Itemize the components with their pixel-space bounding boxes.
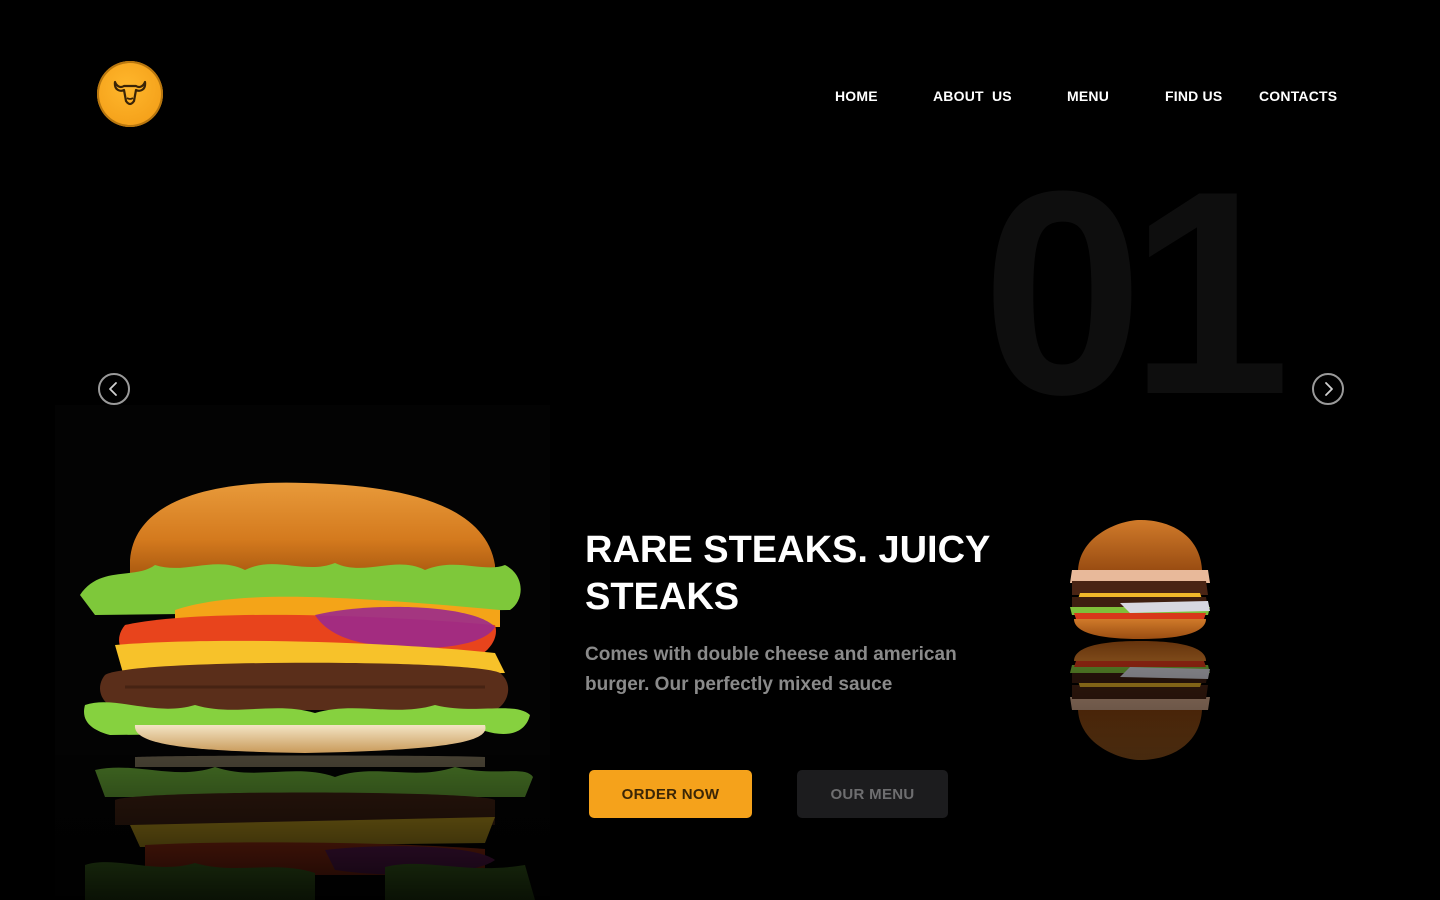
our-menu-button[interactable]: OUR MENU: [797, 770, 948, 818]
nav-about-us[interactable]: ABOUT US: [933, 86, 1012, 106]
hero-headline: RARE STEAKS. JUICY STEAKS: [585, 529, 990, 618]
nav-find-us[interactable]: FIND US: [1165, 86, 1222, 106]
bull-head-icon: [113, 80, 147, 106]
nav-contacts[interactable]: CONTACTS: [1259, 86, 1337, 106]
slide-index-number: 01: [982, 131, 1291, 455]
order-now-button[interactable]: ORDER NOW: [589, 770, 752, 818]
hero-page: HOME ABOUT US MENU FIND US CONTACTS 01 R…: [0, 0, 1440, 900]
next-burger-thumbnail[interactable]: [1060, 515, 1220, 775]
logo[interactable]: [97, 61, 163, 127]
hero-burger-image: [55, 405, 550, 900]
hero-description: Comes with double cheese and american bu…: [585, 644, 957, 695]
nav-home[interactable]: HOME: [835, 86, 878, 106]
chevron-right-icon: [1325, 382, 1333, 396]
slider-next-button[interactable]: [1312, 373, 1344, 405]
nav-menu[interactable]: MENU: [1067, 86, 1109, 106]
slider-prev-button[interactable]: [98, 373, 130, 405]
chevron-left-icon: [109, 382, 117, 396]
